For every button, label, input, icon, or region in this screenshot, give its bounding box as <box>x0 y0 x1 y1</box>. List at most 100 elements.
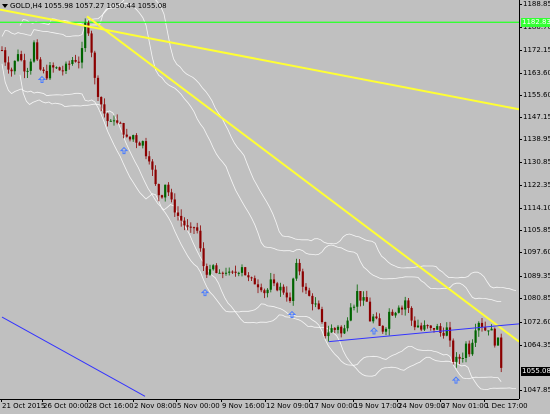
up-arrow-icon <box>287 310 297 319</box>
candle-body <box>119 122 122 124</box>
candle-body <box>125 134 128 137</box>
price-axis[interactable]: 1188.85 1180.70 1172.15 1163.60 1155.60 1147.… <box>519 0 550 399</box>
candle-body <box>173 199 176 213</box>
candle-body <box>464 343 468 358</box>
time-tick-label: 27 Nov 01:00 <box>439 399 489 410</box>
candle-body <box>7 62 10 70</box>
candle-body <box>471 342 474 355</box>
candle-body <box>455 356 458 362</box>
candle-body <box>135 135 138 143</box>
price-chart-svg[interactable] <box>0 0 520 399</box>
candle-body <box>151 161 154 170</box>
candle-body <box>336 326 340 330</box>
candle-body <box>487 330 490 332</box>
candle-body <box>285 292 288 298</box>
candle-body <box>71 59 74 64</box>
envelope-upper-band <box>19 0 517 291</box>
price-tick-label: 1147.15 <box>519 113 550 121</box>
candle-body <box>432 328 436 330</box>
blue-channel-line[interactable] <box>1 316 146 397</box>
time-axis[interactable]: 21 Oct 2015 26 Oct 00:00 28 Oct 16:00 2 Nov… <box>0 399 528 414</box>
chart-plot-area[interactable]: GOLD,H4 1055.98 1057.27 1050.44 1055.08 <box>0 0 520 399</box>
candle-body <box>381 325 384 332</box>
candle-body <box>122 123 125 135</box>
candle-body <box>410 307 413 321</box>
candle-body <box>244 267 247 276</box>
candle-body <box>96 77 100 97</box>
candle-body <box>231 271 234 273</box>
candle-body <box>237 272 240 274</box>
candle-body <box>247 275 250 278</box>
price-tick-label: 1138.95 <box>519 135 550 143</box>
price-tick-label: 1188.85 <box>519 0 550 8</box>
candle-body <box>391 311 394 316</box>
price-tick-label: 1072.60 <box>519 318 550 326</box>
candle-body <box>128 136 132 140</box>
candle-body <box>164 184 167 198</box>
candle-body <box>368 301 372 322</box>
candle-body <box>400 307 404 310</box>
candle-body <box>116 120 119 123</box>
candle-body <box>317 303 320 310</box>
candle-body <box>224 272 228 274</box>
candle-body <box>52 65 55 68</box>
candle-body <box>301 271 304 287</box>
price-tick-label: 1130.85 <box>519 158 550 166</box>
candle-body <box>141 141 144 146</box>
candle-body <box>298 262 301 272</box>
up-arrow-icon <box>200 288 210 297</box>
candle-body <box>461 357 464 359</box>
candle-body <box>0 50 4 52</box>
candle-body <box>490 328 493 331</box>
candle-body <box>282 286 285 293</box>
candle-body <box>404 300 407 310</box>
yellow-trendline[interactable] <box>86 15 520 343</box>
candle-body <box>266 289 269 294</box>
yellow-trendline[interactable] <box>0 8 520 111</box>
candle-body <box>324 322 327 337</box>
price-tick-label: 1047.85 <box>519 386 550 394</box>
time-tick-label: 19 Nov 17:00 <box>352 399 402 410</box>
candle-body <box>183 220 186 226</box>
candle-body <box>263 290 266 294</box>
candle-body <box>208 269 212 275</box>
candle-body <box>23 60 26 72</box>
candle-body <box>496 337 500 346</box>
candle-body <box>29 61 32 71</box>
candle-body <box>106 113 109 122</box>
candle-body <box>132 135 135 140</box>
candle-body <box>80 48 84 63</box>
candle-body <box>58 67 61 71</box>
candle-body <box>288 297 292 301</box>
candle-body <box>292 278 295 301</box>
candle-body <box>167 184 170 193</box>
candle-body <box>295 262 298 279</box>
candle-body <box>93 52 96 78</box>
candle-body <box>212 265 215 270</box>
candle-body <box>314 303 317 305</box>
time-tick-label: 1 Dec 17:00 <box>484 399 528 410</box>
candle-body <box>138 142 141 146</box>
candle-body <box>330 328 333 333</box>
candle-body <box>48 65 52 79</box>
candle-body <box>16 54 20 61</box>
up-arrow-icon <box>37 75 47 84</box>
dropdown-triangle-icon[interactable] <box>2 4 8 8</box>
candle-body <box>253 278 256 285</box>
candle-body <box>202 248 205 267</box>
candle-body <box>372 316 375 322</box>
price-tick-label: 1155.60 <box>519 91 550 99</box>
up-arrow-icon <box>369 327 379 335</box>
time-tick-label: 28 Oct 16:00 <box>87 399 134 410</box>
candle-body <box>333 328 336 330</box>
candle-body <box>276 283 279 291</box>
candle-body <box>346 320 349 329</box>
candle-body <box>362 297 365 301</box>
candle-body <box>103 104 106 114</box>
candle-body <box>144 141 148 157</box>
candle-body <box>442 332 445 336</box>
candle-body <box>458 356 461 359</box>
candle-body <box>170 192 173 200</box>
candle-body <box>436 326 439 330</box>
level-price-badge: 1182.83 <box>521 17 550 27</box>
